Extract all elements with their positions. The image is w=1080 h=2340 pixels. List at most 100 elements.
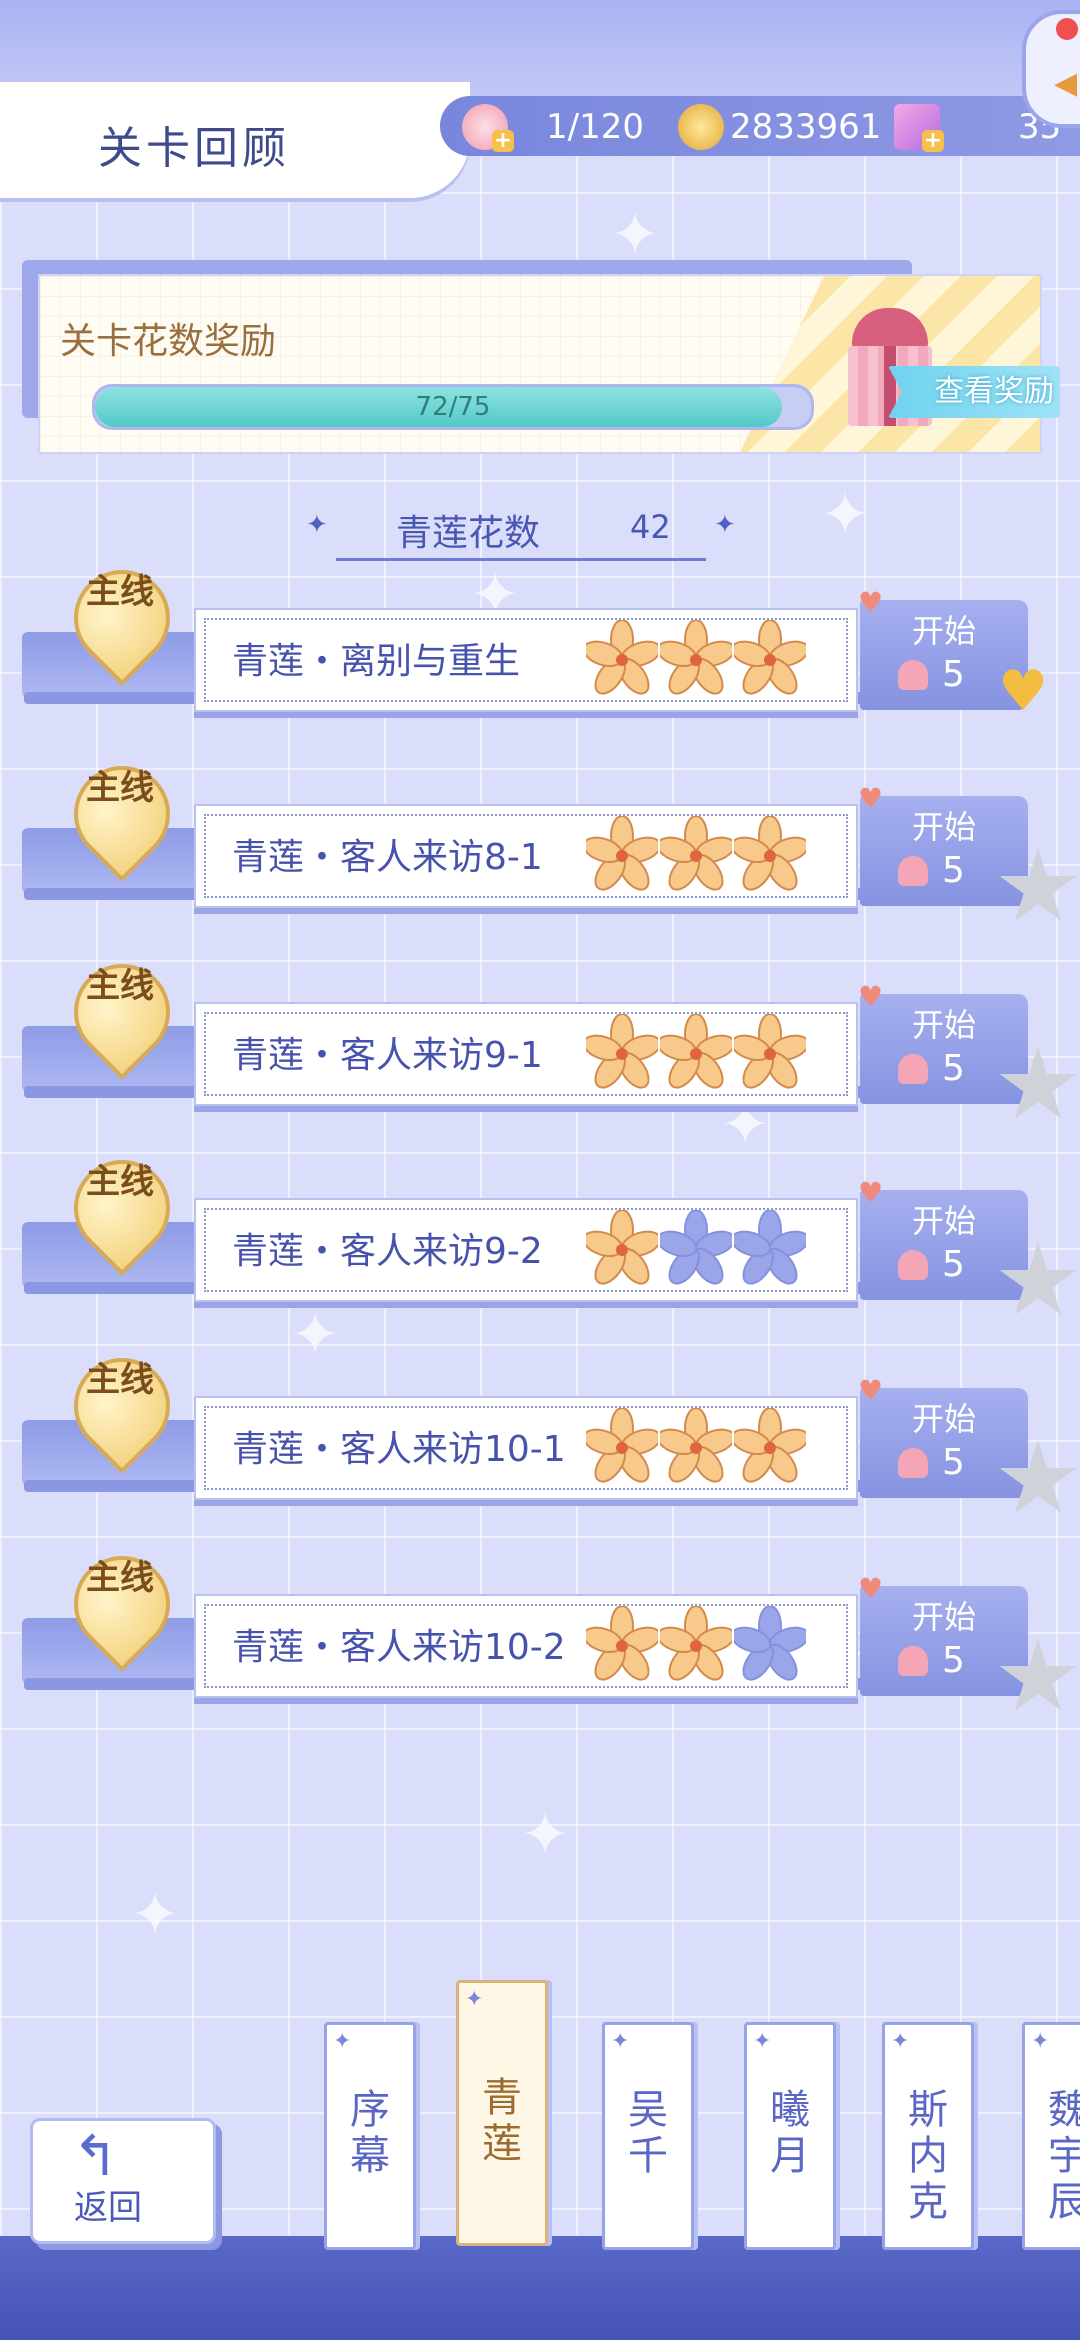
level-name: 青莲・离别与重生 bbox=[232, 641, 521, 682]
cupcake-icon bbox=[898, 1054, 928, 1084]
stamina-cost: 5 bbox=[942, 1442, 965, 1483]
badge-text: 主线 bbox=[86, 966, 154, 1006]
level-card[interactable]: 青莲・客人来访9-2 bbox=[194, 1198, 858, 1302]
chapter-tab[interactable]: ✦ 魏宇辰 bbox=[1022, 2022, 1080, 2250]
notification-dot bbox=[1056, 18, 1078, 40]
stamina-cost: 5 bbox=[942, 654, 965, 695]
reward-title: 关卡花数奖励 bbox=[60, 321, 277, 362]
level-card[interactable]: 青莲・客人来访9-1 bbox=[194, 1002, 858, 1106]
level-row[interactable]: 青莲・客人来访10-1 主线 ♥ 开始 5 bbox=[0, 1338, 1080, 1528]
rank-medal bbox=[998, 1440, 1078, 1520]
chapter-tab[interactable]: ✦ 曦月 bbox=[744, 2022, 836, 2250]
section-count: 42 bbox=[630, 508, 671, 546]
stamina-cost: 5 bbox=[942, 1640, 965, 1681]
start-label: 开始 bbox=[911, 612, 976, 650]
flower-rating bbox=[582, 1407, 816, 1484]
lotus-flower-empty-icon bbox=[656, 1209, 736, 1286]
progress-text: 72/75 bbox=[415, 392, 491, 422]
stamina-cost: 5 bbox=[942, 1048, 965, 1089]
badge-text: 主线 bbox=[86, 572, 154, 612]
chapter-tab[interactable]: ✦ 序幕 bbox=[324, 2022, 416, 2250]
cupcake-icon bbox=[898, 660, 928, 690]
bottom-strip bbox=[0, 2236, 1080, 2340]
cupcake-icon bbox=[898, 1448, 928, 1478]
level-card[interactable]: 青莲・客人来访10-1 bbox=[194, 1396, 858, 1500]
level-card[interactable]: 青莲・离别与重生 bbox=[194, 608, 858, 712]
silver-star-medal-icon bbox=[999, 1440, 1077, 1513]
main-story-badge: 主线 bbox=[54, 1536, 190, 1686]
silver-star-medal-icon bbox=[999, 1046, 1077, 1119]
main-story-badge: 主线 bbox=[54, 1140, 190, 1290]
stamina-cost: 5 bbox=[942, 850, 965, 891]
level-row[interactable]: 青莲・客人来访10-2 主线 ♥ 开始 5 bbox=[0, 1536, 1080, 1726]
sparkle-icon: ✦ bbox=[130, 1880, 181, 1950]
lotus-flower-icon bbox=[656, 1605, 736, 1682]
chapter-tab-label: 青莲 bbox=[482, 2075, 522, 2167]
level-row[interactable]: 青莲・离别与重生 主线 ♥ 开始 5 ♥ bbox=[0, 550, 1080, 740]
lotus-flower-icon bbox=[582, 815, 662, 892]
gold-heart-icon: ♥ bbox=[998, 659, 1049, 724]
chapter-tab[interactable]: ✦ 青莲 bbox=[456, 1980, 548, 2246]
chapter-tab-label: 魏宇辰 bbox=[1048, 2087, 1080, 2225]
star-icon: ✦ bbox=[306, 510, 328, 540]
badge-text: 主线 bbox=[86, 1162, 154, 1202]
main-story-badge: 主线 bbox=[54, 746, 190, 896]
rank-medal bbox=[998, 1046, 1078, 1126]
lotus-flower-icon bbox=[730, 1407, 810, 1484]
badge-text: 主线 bbox=[86, 1558, 154, 1598]
stamina-cost: 5 bbox=[942, 1244, 965, 1285]
level-name: 青莲・客人来访9-2 bbox=[232, 1231, 543, 1272]
silver-star-medal-icon bbox=[999, 1242, 1077, 1315]
lotus-flower-icon bbox=[730, 619, 810, 696]
rank-medal bbox=[998, 1242, 1078, 1322]
view-rewards-button[interactable]: 查看奖励 bbox=[888, 366, 1060, 418]
section-label: 青莲花数 bbox=[396, 513, 541, 554]
lotus-flower-icon bbox=[656, 1013, 736, 1090]
main-story-badge: 主线 bbox=[54, 944, 190, 1094]
lotus-flower-icon bbox=[656, 1407, 736, 1484]
level-row[interactable]: 青莲・客人来访9-2 主线 ♥ 开始 5 bbox=[0, 1140, 1080, 1330]
level-row[interactable]: 青莲・客人来访9-1 主线 ♥ 开始 5 bbox=[0, 944, 1080, 1134]
lotus-flower-icon bbox=[582, 1013, 662, 1090]
chapter-tab[interactable]: ✦ 吴千 bbox=[602, 2022, 694, 2250]
page-title: 关卡回顾 bbox=[98, 123, 290, 174]
flower-rating bbox=[582, 815, 816, 892]
reward-progress-bar: 72/75 bbox=[92, 384, 814, 430]
badge-text: 主线 bbox=[86, 1360, 154, 1400]
lotus-flower-empty-icon bbox=[730, 1605, 810, 1682]
lotus-flower-icon bbox=[582, 1605, 662, 1682]
level-name: 青莲・客人来访8-1 bbox=[232, 837, 543, 878]
main-story-badge: 主线 bbox=[54, 550, 190, 700]
start-label: 开始 bbox=[911, 1006, 976, 1044]
star-icon: ✦ bbox=[333, 2029, 352, 2054]
lotus-flower-icon bbox=[730, 815, 810, 892]
lotus-flower-icon bbox=[582, 1407, 662, 1484]
rank-medal bbox=[998, 1638, 1078, 1718]
lotus-flower-icon bbox=[656, 619, 736, 696]
side-menu-button[interactable]: ◀ bbox=[1022, 10, 1080, 128]
star-icon: ✦ bbox=[1031, 2029, 1050, 2054]
badge-text: 主线 bbox=[86, 768, 154, 808]
gold-coin-icon bbox=[678, 104, 724, 150]
start-label: 开始 bbox=[911, 808, 976, 846]
level-card[interactable]: 青莲・客人来访10-2 bbox=[194, 1594, 858, 1698]
level-name: 青莲・客人来访10-1 bbox=[232, 1429, 566, 1470]
main-story-badge: 主线 bbox=[54, 1338, 190, 1488]
star-icon: ✦ bbox=[611, 2029, 630, 2054]
add-crystal-button[interactable]: + bbox=[922, 130, 944, 152]
silver-star-medal-icon bbox=[999, 1638, 1077, 1711]
sparkle-icon: ✦ bbox=[520, 1800, 571, 1870]
cupcake-icon bbox=[898, 856, 928, 886]
star-icon: ✦ bbox=[465, 1987, 484, 2012]
level-row[interactable]: 青莲・客人来访8-1 主线 ♥ 开始 5 bbox=[0, 746, 1080, 936]
silver-star-medal-icon bbox=[999, 848, 1077, 921]
chapter-tab-label: 斯内克 bbox=[908, 2087, 948, 2225]
star-icon: ✦ bbox=[753, 2029, 772, 2054]
lotus-flower-icon bbox=[582, 1209, 662, 1286]
flower-rating bbox=[582, 1013, 816, 1090]
chapter-tab[interactable]: ✦ 斯内克 bbox=[882, 2022, 974, 2250]
level-card[interactable]: 青莲・客人来访8-1 bbox=[194, 804, 858, 908]
rank-medal: ♥ bbox=[998, 652, 1078, 732]
lotus-flower-icon bbox=[582, 619, 662, 696]
add-stamina-button[interactable]: + bbox=[492, 130, 514, 152]
